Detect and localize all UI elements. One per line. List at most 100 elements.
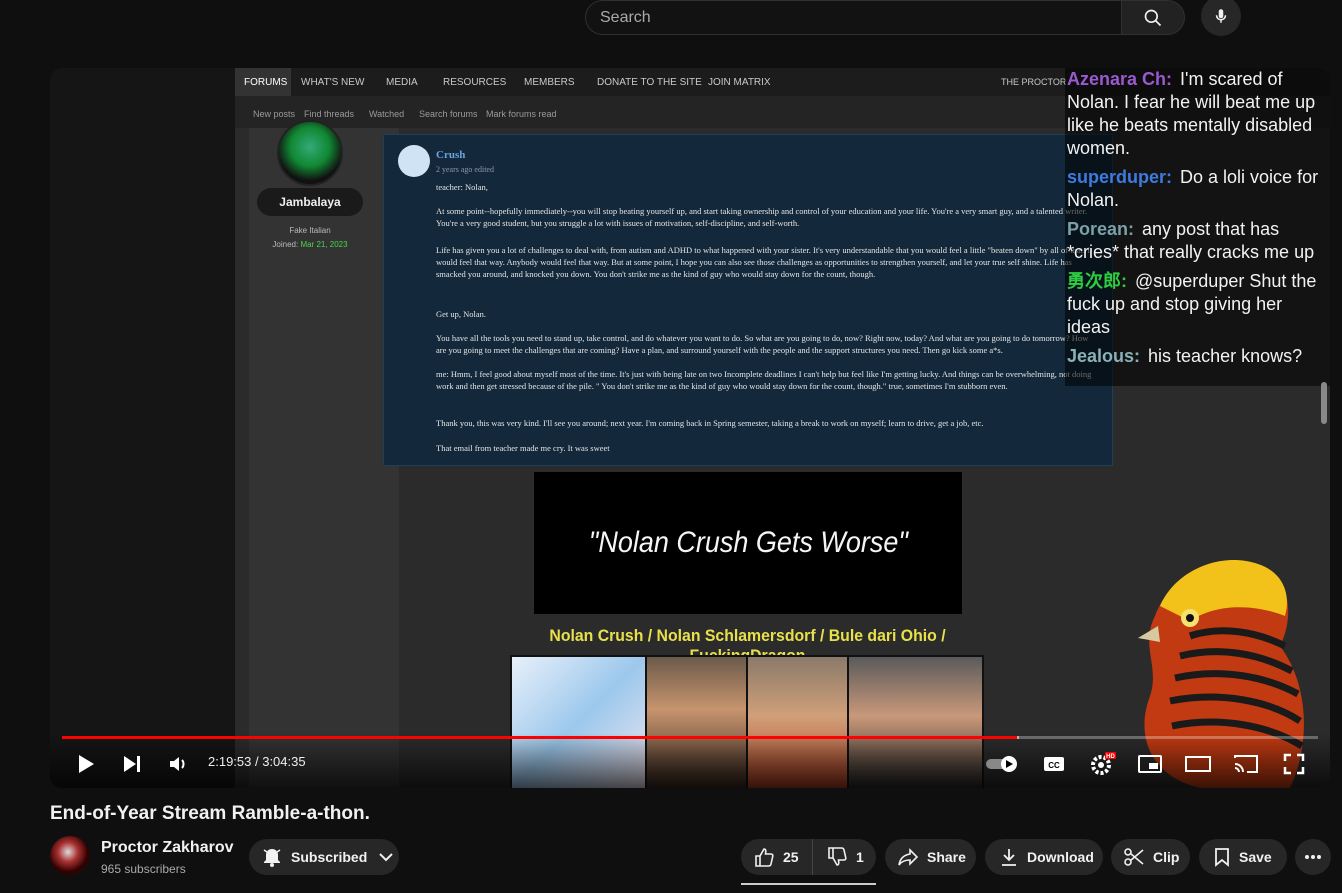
forum-nav-whats-new: WHAT'S NEW xyxy=(301,77,365,88)
closed-captions-icon: CC xyxy=(1044,757,1064,771)
channel-avatar[interactable] xyxy=(50,836,90,876)
more-horizontal-icon xyxy=(1305,855,1321,859)
chat-username: Jealous: xyxy=(1067,346,1141,366)
search-icon xyxy=(1144,9,1162,26)
autoplay-toggle-icon xyxy=(986,756,1017,772)
post-paragraph: Life has given you a lot of challenges t… xyxy=(436,245,1091,279)
skip-next-icon xyxy=(124,756,140,772)
chat-message: 勇次郎: @superduper Shut the fuck up and sto… xyxy=(1067,270,1330,339)
like-ratio-bar xyxy=(741,883,876,885)
microphone-icon xyxy=(1215,9,1227,23)
masthead xyxy=(0,0,1342,56)
forum-nav-donate: DONATE TO THE SITE xyxy=(597,77,702,88)
chat-message: Azenara Ch: I'm scared of Nolan. I fear h… xyxy=(1067,68,1330,160)
subscriber-count: 965 subscribers xyxy=(101,862,186,876)
post-paragraph: At some point--hopefully immediately--yo… xyxy=(436,206,1088,228)
post-paragraph: Get up, Nolan. xyxy=(436,309,487,319)
forum-user-title: Fake Italian xyxy=(289,226,331,235)
overlay-title: "Nolan Crush Gets Worse" xyxy=(588,526,908,559)
forum-nav-join-matrix: JOIN MATRIX xyxy=(708,77,771,88)
bell-icon xyxy=(261,846,283,868)
forum-user-avatar xyxy=(277,120,343,186)
miniplayer-button[interactable] xyxy=(1136,752,1164,776)
cast-icon xyxy=(1234,755,1258,773)
like-count: 25 xyxy=(783,849,799,865)
forum-user-joined: Joined: Mar 21, 2023 xyxy=(272,240,348,249)
video-frame-left xyxy=(50,68,235,788)
chat-message: superduper: Do a loli voice for Nolan. xyxy=(1067,166,1330,212)
forum-post: Crush 2 years ago edited teacher: Nolan,… xyxy=(383,134,1113,466)
video-title: End-of-Year Stream Ramble-a-thon. xyxy=(50,803,370,824)
chat-text: his teacher knows? xyxy=(1148,346,1303,366)
chat-overlay: Azenara Ch: I'm scared of Nolan. I fear h… xyxy=(1065,68,1330,386)
forum-nav-members: MEMBERS xyxy=(524,77,575,88)
channel-name[interactable]: Proctor Zakharov xyxy=(101,839,233,857)
post-meta: 2 years ago edited xyxy=(436,165,494,174)
search-input[interactable] xyxy=(600,1,1100,34)
forum-nav-media: MEDIA xyxy=(386,77,418,88)
page-scrollbar[interactable] xyxy=(1318,68,1330,788)
fullscreen-button[interactable] xyxy=(1280,752,1308,776)
subscribed-button[interactable]: Subscribed xyxy=(249,839,399,875)
overlay-title-box: "Nolan Crush Gets Worse" xyxy=(534,472,962,614)
cast-button[interactable] xyxy=(1232,752,1260,776)
next-button[interactable] xyxy=(120,752,144,776)
forum-sub-search: Search forums xyxy=(419,109,478,119)
video-player[interactable]: FORUMS WHAT'S NEW MEDIA RESOURCES MEMBER… xyxy=(50,68,1330,788)
chat-message: Porean: any post that has *cries* that re… xyxy=(1067,218,1330,264)
thumbs-down-icon xyxy=(826,846,848,868)
post-paragraph: That email from teacher made me cry. It … xyxy=(436,443,610,453)
dislike-count: 1 xyxy=(856,849,864,865)
captions-button[interactable]: CC xyxy=(1040,752,1068,776)
theater-mode-button[interactable] xyxy=(1184,752,1212,776)
gear-icon: HD xyxy=(1091,752,1116,775)
volume-button[interactable] xyxy=(166,752,190,776)
chat-username: Azenara Ch: xyxy=(1067,69,1173,89)
post-paragraph: Thank you, this was very kind. I'll see … xyxy=(436,418,984,428)
forum-sub-find-threads: Find threads xyxy=(304,109,355,119)
post-author-avatar xyxy=(398,145,430,177)
theater-mode-icon xyxy=(1185,756,1211,772)
share-icon xyxy=(897,847,919,867)
post-paragraph: teacher: Nolan, xyxy=(436,182,488,192)
search-button[interactable] xyxy=(1121,0,1185,35)
like-dislike-group: 25 1 xyxy=(741,839,876,875)
forum-nav-resources: RESOURCES xyxy=(443,77,507,88)
play-button[interactable] xyxy=(72,752,100,776)
thumbs-up-icon xyxy=(753,846,775,868)
chat-username: Porean: xyxy=(1067,219,1135,239)
share-button[interactable]: Share xyxy=(885,839,976,875)
chat-username: 勇次郎: xyxy=(1067,271,1127,291)
forum-sub-new-posts: New posts xyxy=(253,109,296,119)
scissors-icon xyxy=(1123,847,1145,867)
settings-button[interactable]: HD xyxy=(1088,750,1118,778)
scrollbar-thumb[interactable] xyxy=(1321,382,1327,424)
chat-username: superduper: xyxy=(1067,167,1173,187)
svg-text:CC: CC xyxy=(1048,761,1060,770)
chat-message: Jealous: his teacher knows? xyxy=(1067,345,1330,368)
like-button[interactable]: 25 xyxy=(741,839,813,875)
download-label: Download xyxy=(1027,849,1094,865)
bookmark-icon xyxy=(1213,847,1231,867)
dislike-button[interactable]: 1 xyxy=(814,839,876,875)
save-button[interactable]: Save xyxy=(1199,839,1287,875)
forum-sub-watched: Watched xyxy=(369,109,405,119)
play-icon xyxy=(79,755,94,773)
download-button[interactable]: Download xyxy=(985,839,1103,875)
progress-bar[interactable] xyxy=(62,736,1318,739)
post-author: Crush xyxy=(436,149,466,161)
svg-text:HD: HD xyxy=(1106,754,1115,760)
autoplay-toggle[interactable] xyxy=(984,754,1022,774)
subscribed-label: Subscribed xyxy=(291,849,368,865)
download-icon xyxy=(999,847,1019,867)
forum-user-sidebar: Jambalaya Fake Italian Joined: Mar 21, 2… xyxy=(249,120,399,788)
clip-label: Clip xyxy=(1153,849,1180,865)
search-box[interactable] xyxy=(585,0,1121,35)
volume-icon xyxy=(170,757,185,771)
progress-played xyxy=(62,736,1017,739)
clip-button[interactable]: Clip xyxy=(1111,839,1190,875)
voice-search-button[interactable] xyxy=(1201,0,1241,36)
share-label: Share xyxy=(927,849,966,865)
more-actions-button[interactable] xyxy=(1295,839,1331,875)
forum-user-name: Jambalaya xyxy=(257,188,363,216)
